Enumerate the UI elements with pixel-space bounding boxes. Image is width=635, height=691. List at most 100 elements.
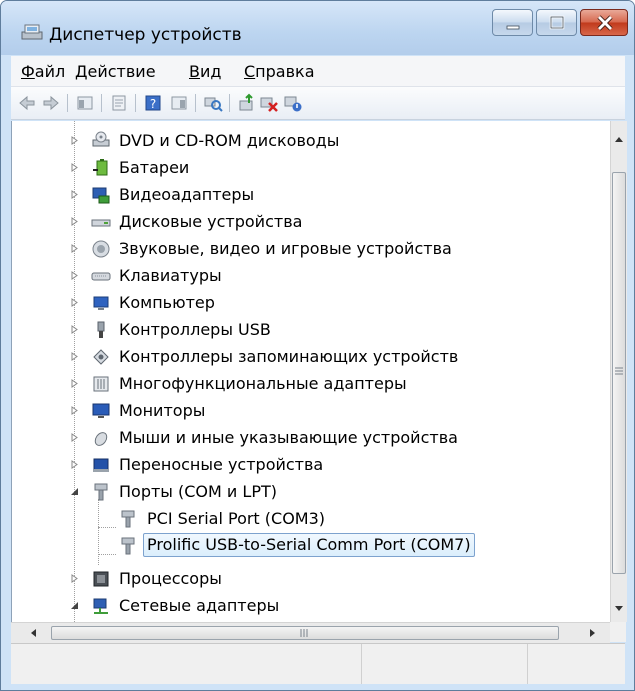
- vertical-scroll-thumb[interactable]: [612, 172, 626, 574]
- tree-item-display-adapters[interactable]: Видеоадаптеры: [12, 181, 611, 208]
- tree-item-storage-controllers[interactable]: Контроллеры запоминающих устройств: [12, 343, 611, 370]
- computer-icon: [93, 296, 109, 310]
- forward-arrow-icon[interactable]: [41, 93, 61, 113]
- portable-device-icon: [93, 458, 109, 472]
- action-pane-icon[interactable]: [169, 93, 189, 113]
- tree-item-label: Компьютер: [119, 293, 215, 312]
- tree-item-processors[interactable]: Процессоры: [12, 565, 611, 592]
- tree-item-dvd-cdrom[interactable]: DVD и CD-ROM дисководы: [12, 127, 611, 154]
- display-adapter-icon: [92, 187, 110, 204]
- maximize-icon: [549, 15, 565, 30]
- expand-arrow-icon[interactable]: [70, 352, 79, 361]
- expand-arrow-icon[interactable]: [70, 298, 79, 307]
- tree-item-multifunction-adapters[interactable]: Многофункциональные адаптеры: [12, 370, 611, 397]
- monitor-icon: [92, 403, 110, 418]
- scroll-left-arrow-icon[interactable]: [29, 628, 37, 638]
- tree-item-label: DVD и CD-ROM дисководы: [119, 131, 340, 150]
- tree-item-prolific-usb-serial-port[interactable]: Prolific USB-to-Serial Comm Port (COM7): [12, 532, 611, 559]
- port-icon: [121, 510, 135, 528]
- vertical-scrollbar[interactable]: [610, 121, 627, 622]
- menu-action[interactable]: Действие: [75, 62, 156, 81]
- expand-arrow-icon[interactable]: [70, 217, 79, 226]
- menu-view[interactable]: Вид: [189, 62, 221, 81]
- toolbar: ?: [11, 87, 625, 120]
- back-arrow-icon[interactable]: [17, 93, 37, 113]
- close-icon: [597, 15, 613, 31]
- maximize-button[interactable]: [536, 9, 577, 36]
- tree-item-batteries[interactable]: Батареи: [12, 154, 611, 181]
- tree-item-label: PCI Serial Port (COM3): [147, 509, 326, 528]
- console-tree-icon[interactable]: [75, 93, 95, 113]
- tree-item-pci-serial-port[interactable]: PCI Serial Port (COM3): [12, 505, 611, 532]
- expand-arrow-icon[interactable]: [70, 325, 79, 334]
- title-bar[interactable]: Диспетчер устройств: [1, 1, 634, 55]
- tree-item-portable-devices[interactable]: Переносные устройства: [12, 451, 611, 478]
- scroll-down-arrow-icon[interactable]: [614, 605, 624, 613]
- tree-item-label: Мониторы: [119, 401, 206, 420]
- horizontal-scrollbar[interactable]: [11, 622, 610, 643]
- scroll-right-arrow-icon[interactable]: [589, 628, 597, 638]
- tree-item-label: Клавиатуры: [119, 266, 222, 285]
- port-icon: [94, 483, 108, 501]
- tree-item-label: Контроллеры запоминающих устройств: [119, 347, 459, 366]
- tree-item-ports[interactable]: Порты (COM и LPT): [12, 478, 611, 505]
- status-bar-divider: [527, 644, 528, 684]
- expand-arrow-icon[interactable]: [70, 163, 79, 172]
- tree-item-mice[interactable]: Мыши и иные указывающие устройства: [12, 424, 611, 451]
- svg-text:?: ?: [150, 97, 156, 111]
- tree-item-label: Сетевые адаптеры: [119, 596, 280, 615]
- collapse-arrow-icon[interactable]: [70, 487, 79, 496]
- grip-icon: [615, 367, 623, 375]
- disable-device-icon[interactable]: [283, 93, 303, 113]
- scan-hardware-icon[interactable]: [203, 93, 223, 113]
- network-adapter-icon: [93, 598, 108, 614]
- update-driver-icon[interactable]: [237, 93, 257, 113]
- horizontal-scroll-thumb[interactable]: [51, 626, 559, 640]
- expand-arrow-icon[interactable]: [70, 406, 79, 415]
- expand-arrow-icon[interactable]: [70, 379, 79, 388]
- tree-item-label: Видеоадаптеры: [119, 185, 255, 204]
- expand-arrow-icon[interactable]: [70, 271, 79, 280]
- speaker-icon: [92, 240, 110, 258]
- expand-arrow-icon[interactable]: [70, 190, 79, 199]
- tree-item-label: Дисковые устройства: [119, 212, 303, 231]
- menu-file[interactable]: Файл: [21, 62, 65, 81]
- storage-controller-icon: [93, 349, 109, 365]
- processor-icon: [93, 571, 109, 587]
- menu-help[interactable]: Справка: [244, 62, 315, 81]
- expand-arrow-icon[interactable]: [70, 433, 79, 442]
- tree-item-label: Порты (COM и LPT): [119, 482, 277, 501]
- scrollbar-corner: [610, 622, 626, 642]
- tree-item-label-selected: Prolific USB-to-Serial Comm Port (COM7): [143, 533, 475, 557]
- expand-arrow-icon[interactable]: [70, 136, 79, 145]
- multifunction-adapter-icon: [93, 376, 109, 392]
- uninstall-device-icon[interactable]: [259, 93, 279, 113]
- tree-item-computer[interactable]: Компьютер: [12, 289, 611, 316]
- expand-arrow-icon[interactable]: [70, 244, 79, 253]
- help-icon[interactable]: ?: [143, 93, 163, 113]
- tree-item-label: Батареи: [119, 158, 190, 177]
- tree-item-label: Звуковые, видео и игровые устройства: [119, 239, 452, 258]
- scroll-up-arrow-icon[interactable]: [614, 135, 624, 143]
- expand-arrow-icon[interactable]: [70, 460, 79, 469]
- tree-item-label: Процессоры: [119, 569, 222, 588]
- device-tree[interactable]: DVD и CD-ROM дисководы Батареи Видеоадап…: [11, 121, 611, 622]
- device-manager-app-icon: [21, 24, 43, 40]
- battery-icon: [93, 159, 108, 176]
- tree-item-disk-drives[interactable]: Дисковые устройства: [12, 208, 611, 235]
- tree-item-usb-controllers[interactable]: Контроллеры USB: [12, 316, 611, 343]
- grip-icon: [300, 629, 308, 637]
- properties-icon[interactable]: [109, 93, 129, 113]
- tree-item-network-adapters[interactable]: Сетевые адаптеры: [12, 592, 611, 619]
- tree-item-monitors[interactable]: Мониторы: [12, 397, 611, 424]
- port-icon: [121, 537, 135, 555]
- status-bar-divider: [361, 644, 362, 684]
- window-title: Диспетчер устройств: [49, 25, 242, 45]
- expand-arrow-icon[interactable]: [70, 574, 79, 583]
- close-button[interactable]: [580, 9, 628, 36]
- minimize-button[interactable]: [492, 9, 533, 36]
- tree-item-keyboards[interactable]: Клавиатуры: [12, 262, 611, 289]
- collapse-arrow-icon[interactable]: [70, 601, 79, 610]
- minimize-icon: [506, 25, 520, 30]
- tree-item-sound-devices[interactable]: Звуковые, видео и игровые устройства: [12, 235, 611, 262]
